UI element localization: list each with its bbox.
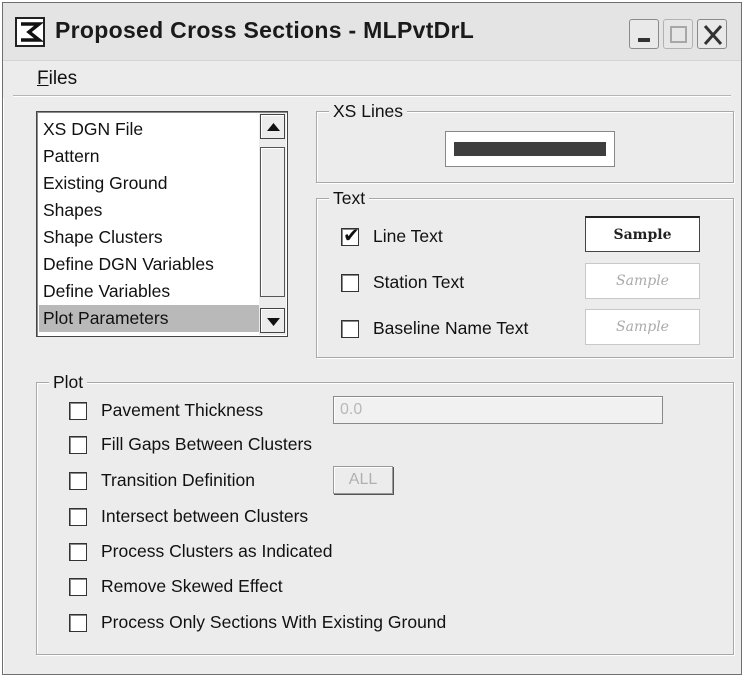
only-existing-ground-label: Process Only Sections With Existing Grou… — [101, 612, 447, 632]
transition-definition-label: Transition Definition — [101, 470, 256, 490]
arrow-up-icon — [267, 123, 280, 131]
xs-lines-group-title: XS Lines — [329, 100, 408, 122]
station-text-checkbox[interactable] — [341, 274, 359, 292]
close-button[interactable] — [697, 19, 727, 49]
plot-group: Plot Pavement Thickness 0.0 Fill Gaps Be… — [36, 371, 734, 655]
text-group: Text ✔ Line Text Sample Station Text Sam… — [316, 187, 734, 358]
fill-gaps-label: Fill Gaps Between Clusters — [101, 434, 313, 454]
pavement-thickness-label: Pavement Thickness — [101, 400, 264, 420]
list-item[interactable]: Define DGN Variables — [39, 251, 261, 278]
category-listbox[interactable]: XS DGN File Pattern Existing Ground Shapes S… — [36, 111, 288, 337]
station-text-label: Station Text — [373, 272, 465, 292]
menu-bar: Files — [3, 62, 741, 98]
list-item[interactable]: Existing Ground — [39, 170, 261, 197]
xs-lines-group: XS Lines — [316, 100, 734, 183]
menu-files[interactable]: Files — [37, 68, 77, 90]
text-group-title: Text — [329, 187, 370, 209]
minimize-button[interactable] — [629, 19, 659, 49]
line-text-label: Line Text — [373, 226, 443, 246]
process-indicated-label: Process Clusters as Indicated — [101, 541, 333, 561]
close-icon — [703, 25, 723, 45]
listbox-items: XS DGN File Pattern Existing Ground Shapes S… — [39, 116, 261, 332]
remove-skewed-label: Remove Skewed Effect — [101, 576, 283, 596]
plot-group-title: Plot — [49, 371, 88, 393]
only-existing-ground-checkbox[interactable] — [69, 614, 87, 632]
transition-all-button[interactable]: ALL — [333, 466, 393, 494]
intersect-clusters-checkbox[interactable] — [69, 508, 87, 526]
minimize-icon — [638, 38, 650, 42]
scroll-thumb[interactable] — [260, 147, 285, 297]
process-indicated-checkbox[interactable] — [69, 543, 87, 561]
maximize-icon — [670, 26, 687, 43]
scroll-up-button[interactable] — [260, 114, 285, 139]
app-logo-icon — [15, 17, 45, 47]
xs-line-style-preview — [454, 142, 606, 156]
station-text-sample-button[interactable]: Sample — [585, 263, 700, 299]
baseline-text-sample-button[interactable]: Sample — [585, 309, 700, 345]
fill-gaps-checkbox[interactable] — [69, 436, 87, 454]
window-title: Proposed Cross Sections - MLPvtDrL — [55, 17, 475, 43]
menu-separator — [13, 95, 731, 97]
list-item[interactable]: Define Variables — [39, 278, 261, 305]
baseline-text-checkbox[interactable] — [341, 320, 359, 338]
check-mark-icon: ✔ — [343, 225, 360, 247]
list-item[interactable]: Pattern — [39, 143, 261, 170]
menu-files-mnemonic: F — [37, 68, 49, 89]
menu-files-label: iles — [48, 68, 78, 89]
transition-definition-checkbox[interactable] — [69, 472, 87, 490]
pavement-thickness-checkbox[interactable] — [69, 402, 87, 420]
list-item[interactable]: Shape Clusters — [39, 224, 261, 251]
pavement-thickness-input[interactable]: 0.0 — [333, 396, 663, 424]
listbox-scrollbar[interactable] — [259, 113, 286, 335]
list-item[interactable]: Plot Parameters — [39, 305, 261, 332]
arrow-down-icon — [267, 318, 280, 326]
maximize-button[interactable] — [663, 19, 693, 49]
list-item[interactable]: XS DGN File — [39, 116, 261, 143]
list-item[interactable]: Shapes — [39, 197, 261, 224]
line-text-checkbox[interactable]: ✔ — [341, 225, 360, 247]
intersect-clusters-label: Intersect between Clusters — [101, 506, 309, 526]
dialog-window: Proposed Cross Sections - MLPvtDrL Files… — [2, 2, 742, 675]
xs-line-style-button[interactable] — [445, 131, 615, 167]
baseline-text-label: Baseline Name Text — [373, 318, 529, 338]
title-bar[interactable]: Proposed Cross Sections - MLPvtDrL — [3, 3, 741, 61]
line-text-sample-button[interactable]: Sample — [585, 216, 700, 252]
remove-skewed-checkbox[interactable] — [69, 578, 87, 596]
scroll-down-button[interactable] — [260, 308, 285, 333]
